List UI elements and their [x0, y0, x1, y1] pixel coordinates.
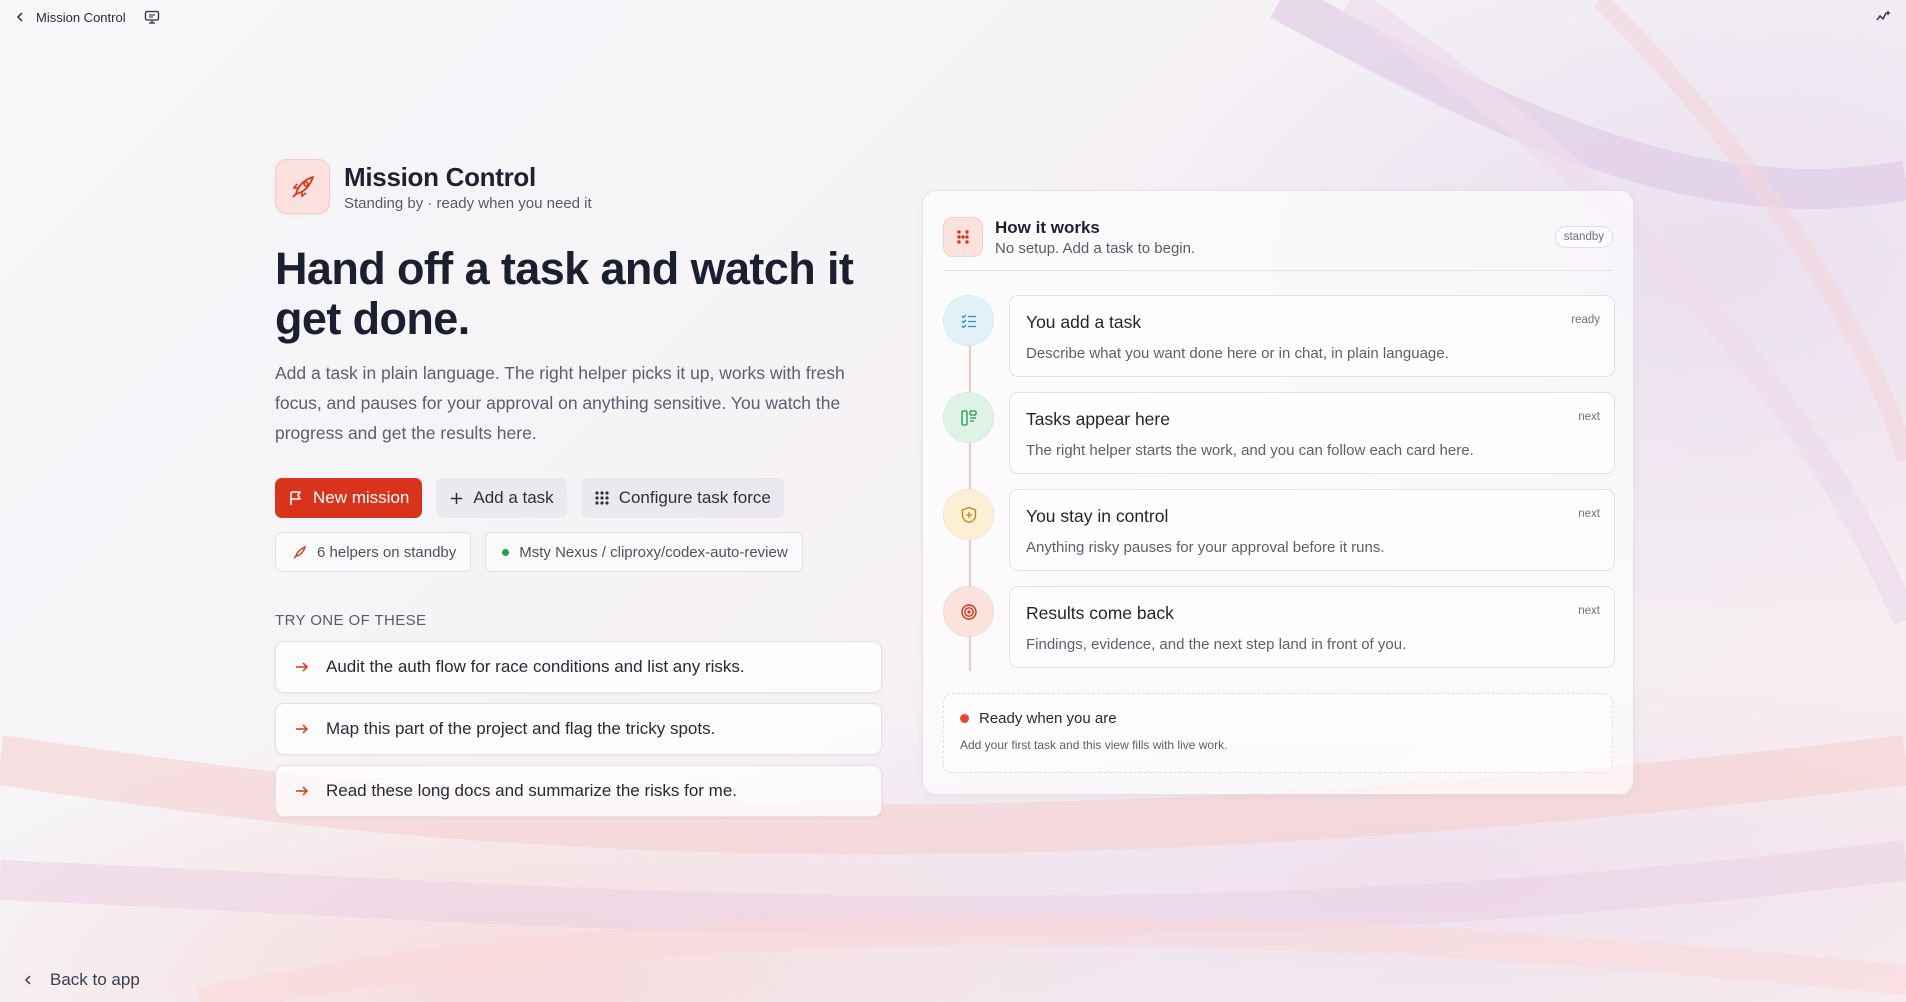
apps-grid-icon: [943, 217, 983, 257]
step-state: next: [1578, 508, 1600, 520]
target-icon: [943, 586, 994, 637]
step-card: Tasks appear here The right helper start…: [1009, 392, 1615, 474]
rocket-icon: [275, 159, 330, 214]
how-it-works-panel: How it works No setup. Add a task to beg…: [922, 190, 1634, 795]
new-mission-button[interactable]: New mission: [275, 478, 423, 518]
back-to-app-label: Back to app: [50, 970, 140, 989]
configure-task-force-label: Configure task force: [618, 488, 771, 507]
action-row: New mission Add a task Configure task fo…: [275, 478, 885, 518]
panel-subtitle: No setup. Add a task to begin.: [995, 239, 1196, 257]
grid-dots-icon: [595, 491, 609, 505]
monitor-icon[interactable]: [144, 10, 160, 24]
step-state: next: [1578, 605, 1600, 617]
shield-icon: [943, 489, 994, 540]
step-add-task: You add a task Describe what you want do…: [943, 295, 1615, 377]
suggestion-text: Audit the auth flow for race conditions …: [326, 657, 745, 676]
activity-spark-icon[interactable]: [1876, 9, 1892, 25]
arrow-right-icon: [296, 786, 309, 796]
step-description: Describe what you want done here or in c…: [1026, 345, 1449, 362]
step-stay-in-control: You stay in control Anything risky pause…: [943, 489, 1615, 571]
suggestion-text: Map this part of the project and flag th…: [326, 719, 716, 738]
step-title: You add a task: [1026, 312, 1142, 332]
arrow-right-icon: [296, 724, 309, 734]
new-mission-label: New mission: [313, 488, 410, 507]
helpers-chip: 6 helpers on standby: [275, 532, 472, 572]
rocket-small-icon: [293, 545, 307, 559]
arrow-right-icon: [296, 662, 309, 672]
helpers-chip-label: 6 helpers on standby: [317, 543, 457, 561]
hero-column: Mission Control Standing by · ready when…: [275, 159, 885, 817]
ready-title: Ready when you are: [979, 710, 1117, 727]
list-check-icon: [943, 295, 994, 346]
chevron-left-icon: [24, 975, 31, 985]
step-tasks-appear: Tasks appear here The right helper start…: [943, 392, 1615, 474]
step-card: Results come back Findings, evidence, an…: [1009, 586, 1615, 668]
step-card: You add a task Describe what you want do…: [1009, 295, 1615, 377]
brand-header: Mission Control Standing by · ready when…: [275, 159, 885, 214]
suggestion-item[interactable]: Read these long docs and summarize the r…: [275, 765, 882, 817]
flag-icon: [290, 491, 301, 505]
step-title: Tasks appear here: [1026, 409, 1170, 429]
step-description: The right helper starts the work, and yo…: [1026, 442, 1474, 459]
status-badge: standby: [1554, 226, 1613, 248]
step-title: Results come back: [1026, 603, 1174, 623]
step-description: Anything risky pauses for your approval …: [1026, 539, 1385, 556]
suggestions-title: TRY ONE OF THESE: [275, 612, 427, 629]
model-chip-label: Msty Nexus / cliproxy/codex-auto-review: [519, 543, 788, 561]
add-task-label: Add a task: [473, 488, 554, 507]
online-dot: [502, 548, 510, 556]
suggestion-list: Audit the auth flow for race conditions …: [275, 641, 885, 817]
suggestion-text: Read these long docs and summarize the r…: [326, 781, 738, 800]
board-icon: [943, 392, 994, 443]
chevron-left-icon: [16, 12, 23, 22]
back-to-app-button[interactable]: Back to app: [22, 970, 140, 990]
brand-title: Mission Control: [344, 161, 536, 192]
step-state: ready: [1571, 314, 1600, 326]
suggestion-item[interactable]: Audit the auth flow for race conditions …: [275, 641, 882, 693]
panel-divider: [943, 270, 1613, 271]
status-dot: [960, 714, 969, 723]
panel-header: How it works No setup. Add a task to beg…: [943, 213, 1613, 261]
ready-subtitle: Add your first task and this view fills …: [960, 738, 1228, 752]
step-state: next: [1578, 411, 1600, 423]
add-task-button[interactable]: Add a task: [436, 478, 567, 518]
top-bar: Mission Control: [14, 6, 1892, 28]
brand-subtitle: Standing by · ready when you need it: [344, 194, 592, 212]
step-card: You stay in control Anything risky pause…: [1009, 489, 1615, 571]
top-back-button[interactable]: Mission Control: [14, 10, 126, 25]
step-results: Results come back Findings, evidence, an…: [943, 586, 1615, 668]
model-chip: Msty Nexus / cliproxy/codex-auto-review: [485, 532, 803, 572]
configure-task-force-button[interactable]: Configure task force: [580, 478, 784, 518]
suggestion-item[interactable]: Map this part of the project and flag th…: [275, 703, 882, 755]
hero-lead: Add a task in plain language. The right …: [275, 363, 845, 443]
ready-status-box: Ready when you are Add your first task a…: [943, 693, 1613, 773]
status-chips: 6 helpers on standby Msty Nexus / clipro…: [275, 532, 885, 572]
top-back-label: Mission Control: [36, 9, 126, 25]
step-title: You stay in control: [1026, 506, 1169, 526]
plus-icon: [451, 492, 463, 504]
step-description: Findings, evidence, and the next step la…: [1026, 636, 1407, 653]
page-headline: Hand off a task and watch it get done.: [275, 243, 854, 344]
panel-title: How it works: [995, 217, 1100, 237]
